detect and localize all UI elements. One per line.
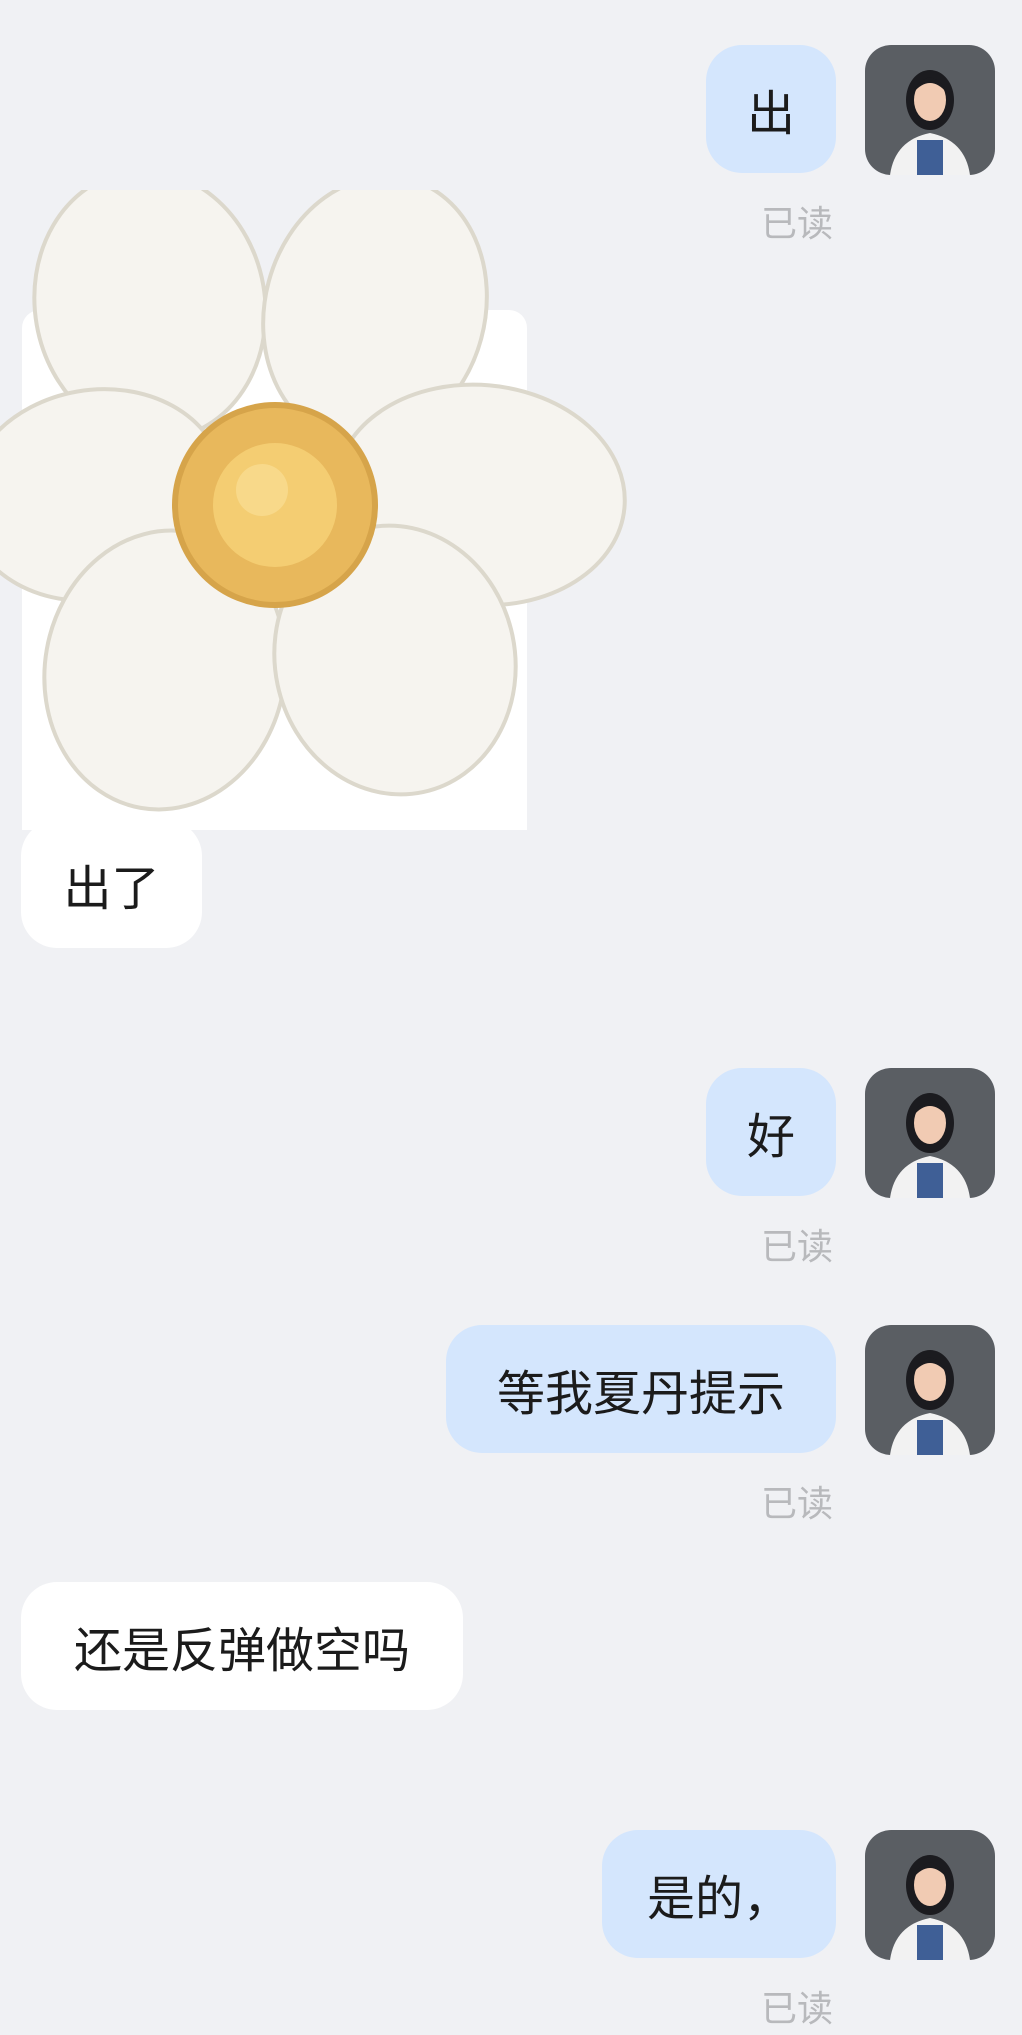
read-status: 已读 [761, 1484, 834, 1525]
read-status: 已读 [761, 1227, 834, 1268]
user-avatar[interactable] [865, 1830, 995, 1960]
flower-sticker[interactable] [0, 190, 640, 830]
outgoing-message-bubble[interactable]: 是的， [602, 1830, 836, 1958]
outgoing-message-bubble[interactable]: 等我夏丹提示 [446, 1325, 836, 1453]
outgoing-message-bubble[interactable]: 出 [706, 45, 836, 173]
read-status: 已读 [761, 204, 834, 245]
outgoing-message-bubble[interactable]: 好 [706, 1068, 836, 1196]
chat-screen: 出 已读 出了 好 已读 等我夏丹提示 已读 还是反弹做空吗 是的， 已读 [0, 0, 1022, 2035]
read-status: 已读 [761, 1989, 834, 2030]
incoming-message-bubble[interactable]: 出了 [21, 820, 202, 948]
user-avatar[interactable] [865, 45, 995, 175]
incoming-message-bubble[interactable]: 还是反弹做空吗 [21, 1582, 463, 1710]
user-avatar[interactable] [865, 1068, 995, 1198]
user-avatar[interactable] [865, 1325, 995, 1455]
